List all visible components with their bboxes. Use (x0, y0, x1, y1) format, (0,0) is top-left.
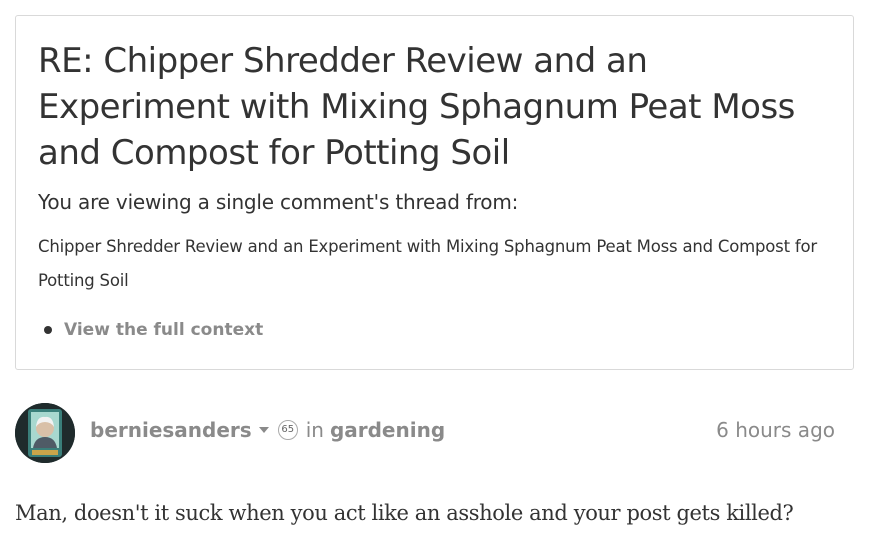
in-label: in (305, 418, 324, 442)
avatar-portrait-icon (15, 403, 75, 463)
page-title: RE: Chipper Shredder Review and an Exper… (38, 41, 795, 173)
comment-header: berniesanders 65 in gardening 6 hours ag… (15, 403, 835, 463)
comment-body: Man, doesn't it suck when you act like a… (15, 501, 794, 525)
author-line: berniesanders 65 in gardening (90, 417, 445, 443)
thread-context-card: RE: Chipper Shredder Review and an Exper… (15, 15, 854, 370)
author-link[interactable]: berniesanders (90, 417, 252, 443)
user-avatar-icon[interactable] (15, 403, 75, 463)
full-context-item: View the full context (44, 320, 263, 340)
comment-timestamp[interactable]: 6 hours ago (716, 417, 835, 443)
viewing-notice: You are viewing a single comment's threa… (38, 190, 519, 214)
parent-post-link[interactable]: Chipper Shredder Review and an Experimen… (38, 230, 838, 298)
reputation-badge: 65 (277, 420, 298, 440)
community-link[interactable]: gardening (330, 417, 445, 443)
view-full-context-link[interactable]: View the full context (64, 320, 263, 340)
caret-down-icon[interactable] (258, 427, 269, 433)
bullet-icon (44, 326, 52, 334)
